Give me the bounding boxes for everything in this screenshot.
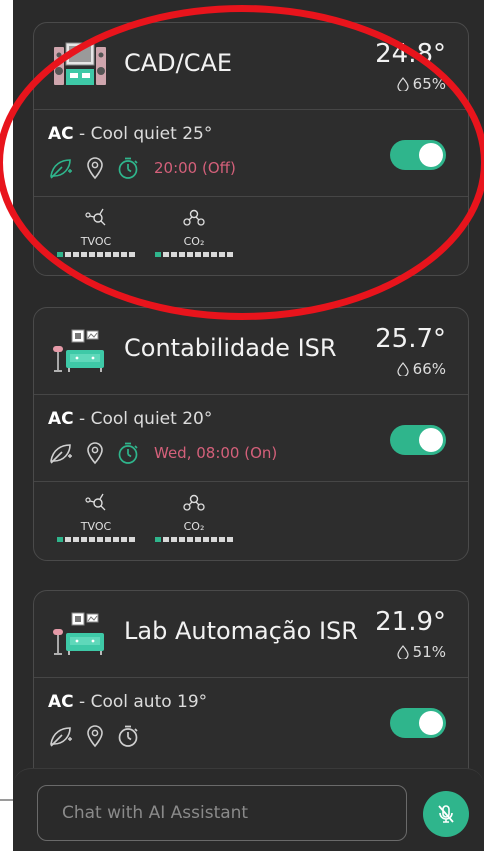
ac-label: AC xyxy=(48,692,74,712)
ac-status-line: AC - Cool quiet 20° xyxy=(48,409,212,429)
sensor-tvoc: TVOC xyxy=(56,207,136,257)
location-pin-icon[interactable] xyxy=(84,724,106,748)
room-header: Lab Automação ISR 21.9° 51% xyxy=(34,591,468,678)
droplet-icon xyxy=(397,645,409,659)
room-humidity: 51% xyxy=(397,643,446,661)
ac-control-row: AC - Cool auto 19° xyxy=(34,678,468,764)
sensor-label: CO₂ xyxy=(183,235,205,248)
ac-icon-row: Wed, 08:00 (On) xyxy=(48,441,277,465)
tvoc-level-bar xyxy=(56,537,136,542)
ac-status-line: AC - Cool auto 19° xyxy=(48,692,207,712)
location-pin-icon[interactable] xyxy=(84,441,106,465)
mic-off-icon xyxy=(438,805,454,823)
eco-leaf-icon[interactable] xyxy=(48,441,74,465)
chat-bar xyxy=(13,768,484,851)
sensor-tvoc: TVOC xyxy=(56,492,136,542)
ac-status-line: AC - Cool quiet 25° xyxy=(48,124,212,144)
room-name: CAD/CAE xyxy=(124,49,233,77)
sensor-label: CO₂ xyxy=(183,520,205,533)
humidity-value: 66% xyxy=(412,360,446,378)
eco-leaf-icon[interactable] xyxy=(48,724,74,748)
room-header: Contabilidade ISR 25.7° 66% xyxy=(34,308,468,395)
mic-button[interactable] xyxy=(423,791,469,837)
room-humidity: 66% xyxy=(397,360,446,378)
ac-mode: - Cool quiet 25° xyxy=(73,124,213,144)
timer-icon[interactable] xyxy=(116,441,140,465)
humidity-value: 51% xyxy=(412,643,446,661)
co2-molecule-icon xyxy=(183,209,205,226)
room-temperature: 25.7° xyxy=(375,324,446,354)
ac-icon-row: 20:00 (Off) xyxy=(48,156,236,180)
room-humidity: 65% xyxy=(397,75,446,93)
room-card-cad-cae[interactable]: CAD/CAE 24.8° 65% AC - Cool quiet 25° 20… xyxy=(33,22,469,276)
humidity-value: 65% xyxy=(412,75,446,93)
ac-label: AC xyxy=(48,409,74,429)
tvoc-molecule-icon xyxy=(85,208,106,226)
ac-control-row: AC - Cool quiet 20° Wed, 08:00 (On) xyxy=(34,395,468,482)
ac-power-toggle[interactable] xyxy=(390,140,446,170)
room-header: CAD/CAE 24.8° 65% xyxy=(34,23,468,110)
eco-leaf-icon[interactable] xyxy=(48,156,74,180)
timer-icon[interactable] xyxy=(116,156,140,180)
room-name: Contabilidade ISR xyxy=(124,334,337,362)
location-pin-icon[interactable] xyxy=(84,156,106,180)
droplet-icon xyxy=(397,77,409,91)
room-name: Lab Automação ISR xyxy=(124,617,358,645)
chat-input[interactable] xyxy=(37,785,407,841)
sensor-label: TVOC xyxy=(80,235,112,248)
device-list-screen: CAD/CAE 24.8° 65% AC - Cool quiet 25° 20… xyxy=(13,0,484,850)
co2-level-bar xyxy=(154,537,234,542)
co2-molecule-icon xyxy=(183,494,205,511)
sensor-row: TVOC CO₂ xyxy=(34,482,468,560)
ac-schedule: 20:00 (Off) xyxy=(154,159,236,177)
droplet-icon xyxy=(397,362,409,376)
ac-mode: - Cool auto 19° xyxy=(73,692,208,712)
tvoc-level-bar xyxy=(56,252,136,257)
sensor-row: TVOC CO₂ xyxy=(34,197,468,275)
sensor-co2: CO₂ xyxy=(154,207,234,257)
ac-icon-row xyxy=(48,724,140,748)
tvoc-molecule-icon xyxy=(85,493,106,511)
ac-power-toggle[interactable] xyxy=(390,708,446,738)
co2-level-bar xyxy=(154,252,234,257)
sensor-label: TVOC xyxy=(80,520,112,533)
timer-icon[interactable] xyxy=(116,724,140,748)
room-temperature: 24.8° xyxy=(375,39,446,69)
sensor-co2: CO₂ xyxy=(154,492,234,542)
living-room-icon xyxy=(53,329,104,372)
ac-power-toggle[interactable] xyxy=(390,425,446,455)
room-card-contabilidade-isr[interactable]: Contabilidade ISR 25.7° 66% AC - Cool qu… xyxy=(33,307,469,561)
room-temperature: 21.9° xyxy=(375,607,446,637)
ac-schedule: Wed, 08:00 (On) xyxy=(154,444,278,462)
living-room-icon xyxy=(53,612,104,655)
ac-control-row: AC - Cool quiet 25° 20:00 (Off) xyxy=(34,110,468,197)
ac-mode: - Cool quiet 20° xyxy=(73,409,213,429)
room-card-lab-automacao-isr[interactable]: Lab Automação ISR 21.9° 51% AC - Cool au… xyxy=(33,590,469,792)
studio-room-icon xyxy=(54,42,106,85)
ac-label: AC xyxy=(48,124,74,144)
